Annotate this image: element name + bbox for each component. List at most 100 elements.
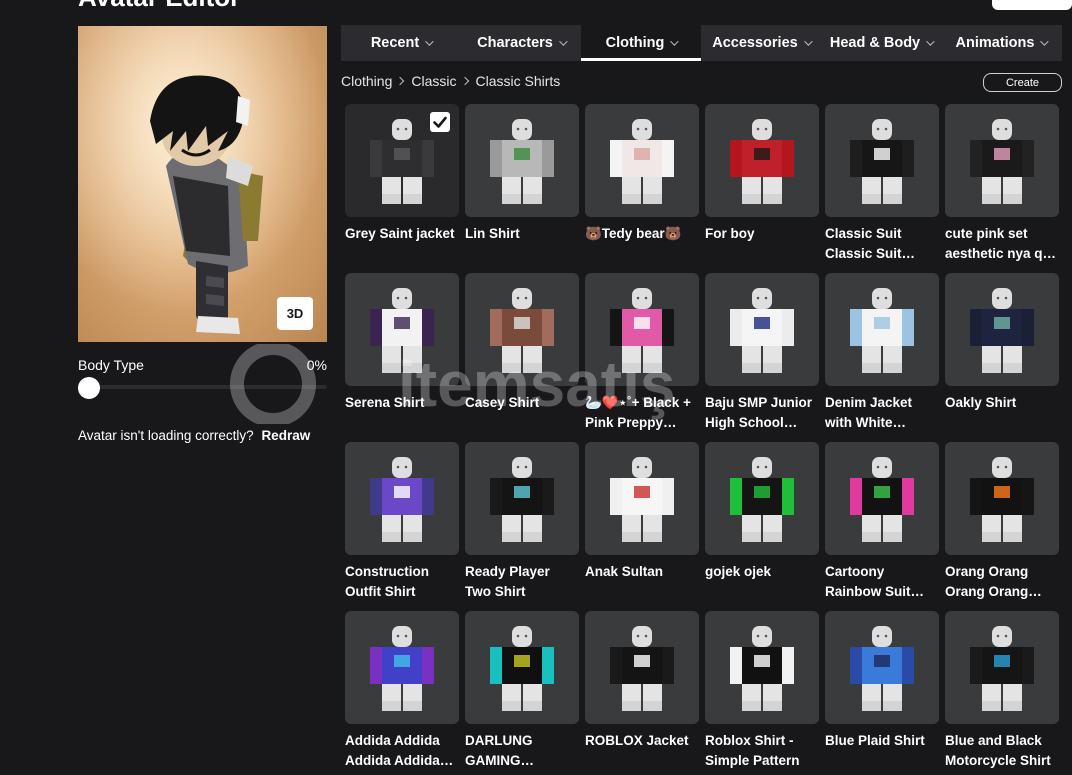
catalog-item[interactable]: 🦢❤️⋆˚+ Black + Pink Preppy… — [585, 273, 699, 433]
item-name-line: DARLUNG — [465, 733, 533, 748]
catalog-item[interactable]: gojek ojek — [705, 442, 819, 602]
item-name[interactable]: Denim Jacket with White… — [825, 393, 939, 433]
item-name[interactable]: Orang Orang Orang Orang… — [945, 562, 1059, 602]
breadcrumb-classic[interactable]: Classic — [411, 73, 456, 89]
item-name[interactable]: Addida Addida Addida Addida… — [345, 731, 459, 771]
item-name-line: Cartoony — [825, 564, 885, 579]
item-thumbnail[interactable] — [585, 442, 699, 555]
catalog-item[interactable]: Grey Saint jacket — [345, 104, 459, 264]
item-name[interactable]: ROBLOX Jacket — [585, 731, 699, 771]
item-thumbnail[interactable] — [585, 611, 699, 724]
catalog-item[interactable]: Serena Shirt — [345, 273, 459, 433]
item-name[interactable]: Ready Player Two Shirt — [465, 562, 579, 602]
catalog-item[interactable]: Addida Addida Addida Addida… — [345, 611, 459, 771]
item-name-line: Ready Player — [465, 564, 550, 579]
top-right-button[interactable] — [992, 0, 1072, 10]
catalog-item[interactable]: Classic Suit Classic Suit… — [825, 104, 939, 264]
item-name[interactable]: Anak Sultan — [585, 562, 699, 602]
breadcrumb-clothing[interactable]: Clothing — [341, 73, 392, 89]
item-name[interactable]: Grey Saint jacket — [345, 224, 459, 264]
item-thumbnail[interactable] — [345, 442, 459, 555]
item-name[interactable]: Blue and Black Motorcycle Shirt — [945, 731, 1059, 771]
item-name[interactable]: Baju SMP Junior High School… — [705, 393, 819, 433]
item-name[interactable]: 🦢❤️⋆˚+ Black + Pink Preppy… — [585, 393, 699, 433]
catalog-item[interactable]: DARLUNG GAMING… — [465, 611, 579, 771]
tab-recent[interactable]: Recent — [341, 25, 461, 61]
catalog-item[interactable]: Ready Player Two Shirt — [465, 442, 579, 602]
item-thumbnail[interactable] — [465, 104, 579, 217]
item-thumbnail[interactable] — [825, 273, 939, 386]
catalog-item[interactable]: Orang Orang Orang Orang… — [945, 442, 1059, 602]
item-thumbnail[interactable] — [705, 273, 819, 386]
item-thumbnail[interactable] — [945, 611, 1059, 724]
catalog-item[interactable]: Oakly Shirt — [945, 273, 1059, 433]
item-thumbnail[interactable] — [945, 442, 1059, 555]
item-thumbnail[interactable] — [345, 273, 459, 386]
catalog-item[interactable]: Denim Jacket with White… — [825, 273, 939, 433]
item-thumbnail[interactable] — [465, 611, 579, 724]
item-thumbnail[interactable] — [945, 104, 1059, 217]
item-name-line: Two Shirt — [465, 584, 526, 599]
item-name-line: ROBLOX Jacket — [585, 733, 689, 748]
body-type-value: 0% — [306, 357, 327, 373]
catalog-item[interactable]: Baju SMP Junior High School… — [705, 273, 819, 433]
item-thumbnail[interactable] — [585, 104, 699, 217]
tab-label: Recent — [370, 35, 420, 51]
item-thumbnail[interactable] — [465, 273, 579, 386]
catalog-item[interactable]: Construction Outfit Shirt — [345, 442, 459, 602]
item-thumbnail[interactable] — [705, 104, 819, 217]
item-name[interactable]: Blue Plaid Shirt — [825, 731, 939, 771]
catalog-item[interactable]: Blue Plaid Shirt — [825, 611, 939, 771]
item-name[interactable]: Lin Shirt — [465, 224, 579, 264]
catalog-item[interactable]: Anak Sultan — [585, 442, 699, 602]
body-type-slider-track[interactable] — [88, 385, 327, 389]
item-name[interactable]: For boy — [705, 224, 819, 264]
item-name-line: Classic Suit… — [825, 246, 916, 261]
item-thumbnail[interactable] — [825, 104, 939, 217]
redraw-link[interactable]: Redraw — [261, 428, 310, 443]
catalog-item[interactable]: 🐻Tedy bear🐻 — [585, 104, 699, 264]
catalog-item[interactable]: For boy — [705, 104, 819, 264]
tab-characters[interactable]: Characters — [461, 25, 581, 61]
item-name[interactable]: Serena Shirt — [345, 393, 459, 433]
tab-label: Head & Body — [829, 35, 921, 51]
catalog-item[interactable]: cute pink set aesthetic nya q… — [945, 104, 1059, 264]
item-thumbnail[interactable] — [345, 104, 459, 217]
item-thumbnail[interactable] — [705, 442, 819, 555]
item-thumbnail[interactable] — [825, 442, 939, 555]
item-name[interactable]: 🐻Tedy bear🐻 — [585, 224, 699, 264]
catalog-item[interactable]: Casey Shirt — [465, 273, 579, 433]
item-name-line: Addida Addida… — [345, 753, 454, 768]
item-thumbnail[interactable] — [825, 611, 939, 724]
item-name[interactable]: Classic Suit Classic Suit… — [825, 224, 939, 264]
tab-clothing[interactable]: Clothing — [581, 25, 701, 61]
3d-toggle-button[interactable]: 3D — [277, 297, 313, 330]
item-name[interactable]: Cartoony Rainbow Suit… — [825, 562, 939, 602]
item-thumbnail[interactable] — [705, 611, 819, 724]
item-thumbnail[interactable] — [585, 273, 699, 386]
item-name-line: aesthetic nya q… — [945, 246, 1057, 261]
item-name[interactable]: Oakly Shirt — [945, 393, 1059, 433]
item-thumbnail[interactable] — [465, 442, 579, 555]
catalog-item[interactable]: Blue and Black Motorcycle Shirt — [945, 611, 1059, 771]
item-thumbnail[interactable] — [945, 273, 1059, 386]
chevron-down-icon — [803, 37, 813, 46]
tab-label: Clothing — [605, 35, 665, 51]
catalog-item[interactable]: Lin Shirt — [465, 104, 579, 264]
tab-head-body[interactable]: Head & Body — [821, 25, 941, 61]
item-name[interactable]: Roblox Shirt - Simple Pattern — [705, 731, 819, 771]
catalog-item[interactable]: Cartoony Rainbow Suit… — [825, 442, 939, 602]
item-name[interactable]: cute pink set aesthetic nya q… — [945, 224, 1059, 264]
catalog-item[interactable]: Roblox Shirt - Simple Pattern — [705, 611, 819, 771]
item-thumbnail[interactable] — [345, 611, 459, 724]
item-name[interactable]: gojek ojek — [705, 562, 819, 602]
item-name[interactable]: Construction Outfit Shirt — [345, 562, 459, 602]
tab-animations[interactable]: Animations — [941, 25, 1061, 61]
create-button[interactable]: Create — [983, 73, 1062, 92]
catalog-item[interactable]: ROBLOX Jacket — [585, 611, 699, 771]
selected-check-icon[interactable] — [430, 112, 450, 132]
body-type-slider-thumb[interactable] — [78, 377, 100, 399]
item-name[interactable]: DARLUNG GAMING… — [465, 731, 579, 771]
tab-accessories[interactable]: Accessories — [701, 25, 821, 61]
item-name[interactable]: Casey Shirt — [465, 393, 579, 433]
